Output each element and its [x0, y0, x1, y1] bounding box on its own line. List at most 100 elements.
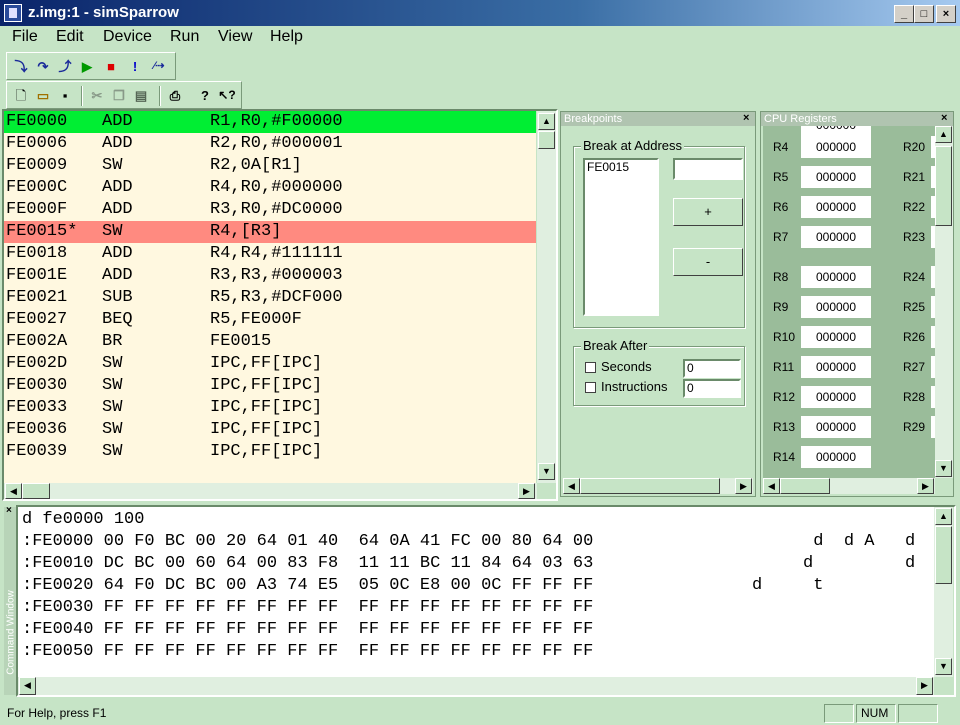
- paste-icon[interactable]: ▤: [131, 86, 151, 106]
- register-value[interactable]: 000000: [801, 166, 871, 188]
- breakpoint-list[interactable]: FE0015: [583, 158, 659, 316]
- disassembly-row[interactable]: FE0000 ADD R1,R0,#F00000: [4, 111, 536, 133]
- break-icon[interactable]: !: [125, 57, 145, 77]
- scroll-down-icon[interactable]: ▼: [935, 460, 952, 477]
- command-window[interactable]: d fe0000 100:FE0000 00 F0 BC 00 20 64 01…: [18, 507, 934, 677]
- registers-hscrollbar[interactable]: ◀ ▶: [763, 478, 935, 494]
- register-value[interactable]: 000000: [801, 326, 871, 348]
- scroll-thumb[interactable]: [22, 483, 50, 499]
- menu-run[interactable]: Run: [170, 28, 199, 46]
- scroll-up-icon[interactable]: ▲: [538, 113, 555, 130]
- register-value[interactable]: 000000: [801, 196, 871, 218]
- scroll-thumb[interactable]: [935, 526, 952, 584]
- scroll-right-icon[interactable]: ▶: [518, 483, 535, 499]
- seconds-checkbox[interactable]: [585, 362, 596, 373]
- instructions-input[interactable]: 0: [683, 379, 741, 398]
- menu-help[interactable]: Help: [270, 28, 303, 46]
- register-value[interactable]: 000000: [801, 356, 871, 378]
- menu-edit[interactable]: Edit: [56, 28, 84, 46]
- command-hscrollbar[interactable]: ◀ ▶: [18, 677, 934, 695]
- minimize-button[interactable]: _: [894, 5, 914, 23]
- disassembly-vscrollbar[interactable]: ▲ ▼: [537, 111, 556, 483]
- command-output-line: :FE0020 64 F0 DC BC 00 A3 74 E5 05 0C E8…: [22, 576, 594, 595]
- disassembly-row[interactable]: FE0039 SW IPC,FF[IPC]: [4, 441, 536, 463]
- register-value[interactable]: 000000: [801, 416, 871, 438]
- scroll-up-icon[interactable]: ▲: [935, 126, 952, 143]
- print-icon[interactable]: ⎙: [165, 86, 185, 106]
- new-icon[interactable]: 🗋: [11, 86, 31, 106]
- scroll-thumb[interactable]: [780, 478, 830, 494]
- disassembly-row[interactable]: FE001E ADD R3,R3,#000003: [4, 265, 536, 287]
- save-icon[interactable]: ▪: [55, 86, 75, 106]
- scroll-thumb[interactable]: [935, 146, 952, 226]
- disassembly-row[interactable]: FE0018 ADD R4,R4,#111111: [4, 243, 536, 265]
- address-input[interactable]: [673, 158, 743, 180]
- register-value[interactable]: 000000: [801, 386, 871, 408]
- scroll-thumb[interactable]: [538, 131, 555, 149]
- disassembly-row[interactable]: FE0021 SUB R5,R3,#DCF000: [4, 287, 536, 309]
- register-value[interactable]: 000000: [801, 126, 871, 136]
- command-vscrollbar[interactable]: ▲ ▼: [934, 507, 953, 677]
- close-button[interactable]: ×: [936, 5, 956, 23]
- register-value[interactable]: 000000: [801, 226, 871, 248]
- run-icon[interactable]: ▶: [77, 57, 97, 77]
- register-value[interactable]: 000000: [801, 266, 871, 288]
- close-icon[interactable]: ×: [743, 112, 749, 124]
- remove-breakpoint-button[interactable]: -: [673, 248, 743, 276]
- disassembly-row[interactable]: FE002D SW IPC,FF[IPC]: [4, 353, 536, 375]
- instructions-checkbox[interactable]: [585, 382, 596, 393]
- context-help-icon[interactable]: ↖?: [217, 86, 237, 106]
- open-icon[interactable]: ▭: [33, 86, 53, 106]
- help-icon[interactable]: ?: [195, 86, 215, 106]
- scroll-left-icon[interactable]: ◀: [19, 677, 36, 695]
- scroll-down-icon[interactable]: ▼: [935, 658, 952, 675]
- scroll-thumb[interactable]: [580, 478, 720, 494]
- register-value[interactable]: 000000: [801, 446, 871, 468]
- scroll-right-icon[interactable]: ▶: [916, 677, 933, 695]
- disassembly-row[interactable]: FE0033 SW IPC,FF[IPC]: [4, 397, 536, 419]
- step-into-icon[interactable]: ⤵: [11, 57, 31, 77]
- app-icon[interactable]: [4, 4, 22, 22]
- menu-view[interactable]: View: [218, 28, 252, 46]
- cut-icon[interactable]: ✂: [87, 86, 107, 106]
- scroll-right-icon[interactable]: ▶: [917, 478, 934, 494]
- maximize-button[interactable]: □: [914, 5, 934, 23]
- disassembly-row[interactable]: FE002A BR FE0015: [4, 331, 536, 353]
- disassembly-hscrollbar[interactable]: ◀ ▶: [4, 483, 537, 499]
- scroll-left-icon[interactable]: ◀: [763, 478, 780, 494]
- trace-icon[interactable]: ⁄⇢: [149, 57, 169, 77]
- instruction-address: FE0036: [6, 420, 68, 439]
- close-icon[interactable]: ×: [941, 112, 947, 124]
- seconds-input[interactable]: 0: [683, 359, 741, 378]
- scroll-left-icon[interactable]: ◀: [5, 483, 22, 499]
- step-out-icon[interactable]: ⤴: [55, 57, 75, 77]
- scroll-track[interactable]: [36, 677, 918, 695]
- disassembly-row[interactable]: FE0015* SW R4,[R3]: [4, 221, 536, 243]
- register-value[interactable]: 000000: [801, 136, 871, 158]
- scroll-left-icon[interactable]: ◀: [563, 478, 580, 494]
- disassembly-row[interactable]: FE0006 ADD R2,R0,#000001: [4, 133, 536, 155]
- copy-icon[interactable]: ❐: [109, 86, 129, 106]
- scroll-up-icon[interactable]: ▲: [935, 508, 952, 525]
- breakpoints-hscrollbar[interactable]: ◀ ▶: [563, 478, 753, 494]
- stop-icon[interactable]: ■: [101, 57, 121, 77]
- scroll-down-icon[interactable]: ▼: [538, 463, 555, 480]
- disassembly-row[interactable]: FE0009 SW R2,0A[R1]: [4, 155, 536, 177]
- disassembly-row[interactable]: FE0027 BEQ R5,FE000F: [4, 309, 536, 331]
- disassembly-row[interactable]: FE0030 SW IPC,FF[IPC]: [4, 375, 536, 397]
- add-breakpoint-button[interactable]: +: [673, 198, 743, 226]
- list-item[interactable]: FE0015: [587, 160, 657, 174]
- step-over-icon[interactable]: ↷: [33, 57, 53, 77]
- title-bar[interactable]: z.img:1 - simSparrow _ □ ×: [0, 0, 960, 26]
- disassembly-row[interactable]: FE000F ADD R3,R0,#DC0000: [4, 199, 536, 221]
- menu-device[interactable]: Device: [103, 28, 152, 46]
- disassembly-row[interactable]: FE0036 SW IPC,FF[IPC]: [4, 419, 536, 441]
- registers-vscrollbar[interactable]: ▲ ▼: [935, 126, 953, 478]
- close-icon[interactable]: ×: [6, 505, 12, 516]
- scroll-right-icon[interactable]: ▶: [735, 478, 752, 494]
- register-value[interactable]: 000000: [801, 296, 871, 318]
- disassembly-view[interactable]: FE0000 ADD R1,R0,#F00000 FE0006 ADD R2,R0,#00…: [4, 111, 536, 483]
- menu-file[interactable]: File: [12, 28, 38, 46]
- disassembly-row[interactable]: FE000C ADD R4,R0,#000000: [4, 177, 536, 199]
- instruction-operands: R4,R4,#111111: [210, 244, 343, 263]
